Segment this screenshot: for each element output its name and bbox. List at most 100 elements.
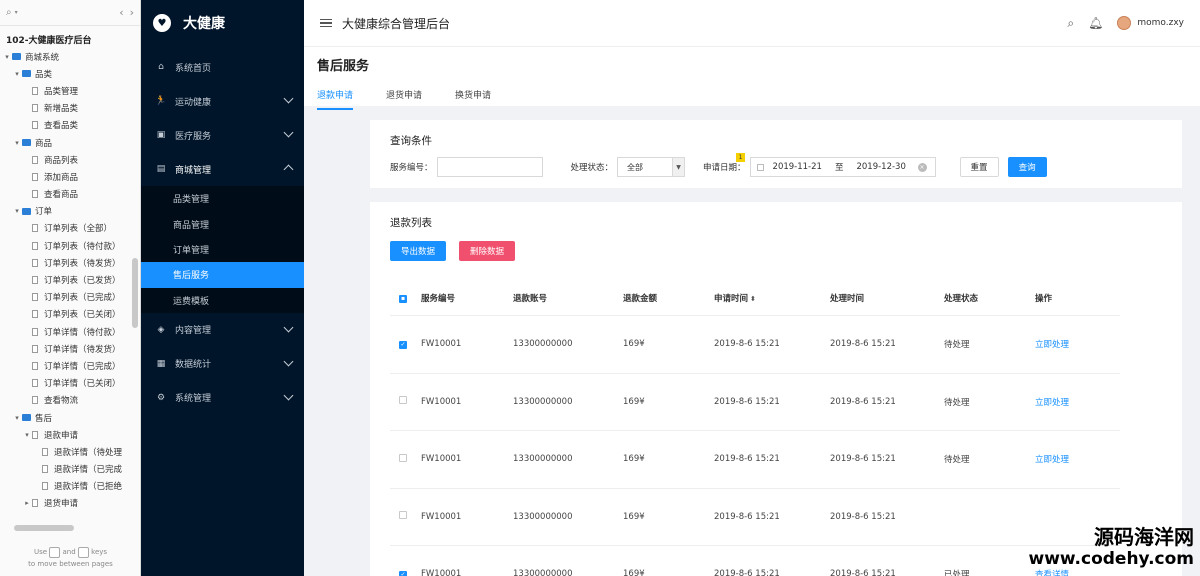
- sidebar-item-5[interactable]: ◈ 内容管理: [141, 313, 304, 347]
- chevron-down-icon[interactable]: [283, 127, 294, 138]
- expand-toggle-icon[interactable]: ▾: [2, 53, 12, 61]
- tree-folder-item[interactable]: ▾ 商城系统: [0, 48, 140, 65]
- tree-page-item[interactable]: 退款详情（已完成: [0, 461, 140, 478]
- sidebar-item-4[interactable]: ▤ 商城管理: [141, 152, 304, 186]
- tree-page-item[interactable]: 查看物流: [0, 392, 140, 409]
- page-header: 售后服务 退款申请 退货申请 换货申请: [304, 46, 1200, 110]
- tree-page-item[interactable]: 添加商品: [0, 168, 140, 185]
- row-action-link[interactable]: 立即处理: [1035, 453, 1115, 465]
- logo[interactable]: ♥ 大健康: [141, 0, 304, 46]
- search-icon[interactable]: ⌕: [6, 7, 12, 18]
- tab-1[interactable]: 退款申请: [317, 88, 354, 110]
- chevron-down-icon[interactable]: [283, 390, 294, 401]
- tree-page-item[interactable]: 订单列表（已关闭）: [0, 306, 140, 323]
- tree-page-item[interactable]: 退款详情（待处理: [0, 443, 140, 460]
- bell-icon[interactable]: 🔔︎: [1088, 16, 1103, 30]
- status-select[interactable]: 全部 ▼: [617, 157, 686, 177]
- tree-search[interactable]: ⌕ ▾: [6, 7, 18, 18]
- expand-toggle-icon[interactable]: ▸: [22, 499, 32, 507]
- tree-folder-item[interactable]: ▾ 商品: [0, 134, 140, 151]
- tree-folder-item[interactable]: ▾ 订单: [0, 203, 140, 220]
- tree-page-item[interactable]: 订单详情（待付款）: [0, 323, 140, 340]
- tree-page-item[interactable]: 新增品类: [0, 100, 140, 117]
- tree-page-item[interactable]: ▾ 退款申请: [0, 426, 140, 443]
- expand-toggle-icon[interactable]: ▾: [12, 139, 22, 147]
- submenu-item[interactable]: 售后服务: [141, 262, 304, 288]
- tree-page-item[interactable]: 品类管理: [0, 82, 140, 99]
- submenu-item[interactable]: 运费模板: [141, 288, 304, 313]
- avatar[interactable]: [1117, 16, 1132, 30]
- date-start[interactable]: 2019-11-21: [773, 162, 822, 172]
- tree-page-item[interactable]: 订单列表（待发货）: [0, 254, 140, 271]
- expand-toggle-icon[interactable]: ▾: [12, 414, 22, 422]
- tree-page-item[interactable]: 查看商品: [0, 186, 140, 203]
- reset-button[interactable]: 重置: [959, 157, 999, 177]
- tree-page-item[interactable]: 订单列表（已完成）: [0, 289, 140, 306]
- date-end[interactable]: 2019-12-30: [856, 162, 905, 172]
- expand-toggle-icon[interactable]: ▾: [12, 70, 22, 78]
- tree-folder-item[interactable]: ▾ 售后: [0, 409, 140, 426]
- row-action-link[interactable]: 立即处理: [1035, 396, 1115, 408]
- scrollbar-thumb[interactable]: [132, 258, 138, 328]
- sidebar-item-7[interactable]: ⚙ 系统管理: [141, 381, 304, 415]
- expand-toggle-icon[interactable]: ▾: [22, 431, 32, 439]
- tree-page-item[interactable]: 查看品类: [0, 117, 140, 134]
- sidebar-item-2[interactable]: 🏃 运动健康: [141, 84, 304, 118]
- row-checkbox[interactable]: [399, 453, 407, 462]
- tree-page-item[interactable]: 订单列表（全部）: [0, 220, 140, 237]
- row-checkbox[interactable]: ✓: [399, 340, 407, 349]
- chevron-down-icon[interactable]: [283, 322, 294, 333]
- next-page-icon[interactable]: ›: [130, 6, 134, 19]
- row-action-link[interactable]: 立即处理: [1035, 338, 1115, 350]
- chevron-up-icon[interactable]: [283, 164, 294, 175]
- expand-toggle-icon[interactable]: ▾: [12, 207, 22, 215]
- tree-vertical-scrollbar[interactable]: [132, 40, 138, 520]
- tree-page-item[interactable]: 商品列表: [0, 151, 140, 168]
- prev-page-icon[interactable]: ‹: [119, 6, 123, 19]
- column-header-sortable[interactable]: 申请时间 ⬍: [714, 292, 830, 304]
- tree-page-item[interactable]: 订单详情（待发货）: [0, 340, 140, 357]
- tree-page-item[interactable]: 订单详情（已完成）: [0, 357, 140, 374]
- row-checkbox[interactable]: [399, 511, 407, 520]
- tree-page-item[interactable]: 订单详情（已关闭）: [0, 375, 140, 392]
- page-icon: [32, 241, 38, 250]
- user-menu[interactable]: momo.zxy: [1117, 16, 1184, 30]
- chevron-down-icon[interactable]: [283, 93, 294, 104]
- chevron-down-icon[interactable]: ▼: [672, 158, 685, 176]
- select-all-checkbox[interactable]: ▪: [399, 294, 407, 303]
- tree-horizontal-scrollbar[interactable]: [4, 525, 128, 532]
- submenu-item[interactable]: 订单管理: [141, 237, 304, 262]
- delete-button[interactable]: 删除数据: [459, 241, 516, 261]
- row-checkbox[interactable]: [399, 396, 407, 405]
- tree-page-item[interactable]: ▸ 退货申请: [0, 495, 140, 512]
- service-no-input[interactable]: [436, 157, 543, 177]
- clear-icon[interactable]: ×: [917, 163, 927, 172]
- tree-page-item[interactable]: 退款详情（已拒绝: [0, 478, 140, 495]
- sidebar-item-1[interactable]: ⌂ 系统首页: [141, 50, 304, 84]
- tree-folder-item[interactable]: ▾ 品类: [0, 65, 140, 82]
- chevron-down-icon[interactable]: [283, 356, 294, 367]
- tab-2[interactable]: 退货申请: [386, 88, 422, 110]
- tree-page-item[interactable]: 订单列表（已发货）: [0, 271, 140, 288]
- sidebar-item-6[interactable]: ▦ 数据统计: [141, 347, 304, 381]
- date-range-picker[interactable]: 2019-11-21 至 2019-12-30 ×: [749, 157, 936, 177]
- export-button[interactable]: 导出数据: [390, 241, 447, 261]
- search-button[interactable]: 查询: [1007, 157, 1047, 177]
- tree-page-item[interactable]: 订单列表（待付款）: [0, 237, 140, 254]
- status-select-value: 全部: [627, 162, 644, 172]
- submenu-item[interactable]: 商品管理: [141, 211, 304, 236]
- menu-toggle-icon[interactable]: [320, 18, 332, 28]
- sort-icon[interactable]: ⬍: [750, 295, 756, 303]
- row-checkbox[interactable]: ✓: [399, 570, 407, 576]
- submenu-item[interactable]: 品类管理: [141, 186, 304, 211]
- tab-3[interactable]: 换货申请: [455, 88, 491, 110]
- scrollbar-thumb[interactable]: [14, 525, 74, 531]
- chart-icon: ▦: [156, 358, 166, 369]
- table-body: ✓ FW10001 13300000000 169¥ 2019-8-6 15:21 201…: [390, 316, 1120, 576]
- page-icon: [32, 190, 38, 199]
- logo-text: 大健康: [183, 16, 225, 32]
- search-icon[interactable]: ⌕: [1067, 16, 1074, 31]
- annotation-badge: 1: [736, 153, 745, 162]
- sidebar-item-3[interactable]: ▣ 医疗服务: [141, 118, 304, 152]
- dropdown-caret-icon[interactable]: ▾: [15, 9, 18, 16]
